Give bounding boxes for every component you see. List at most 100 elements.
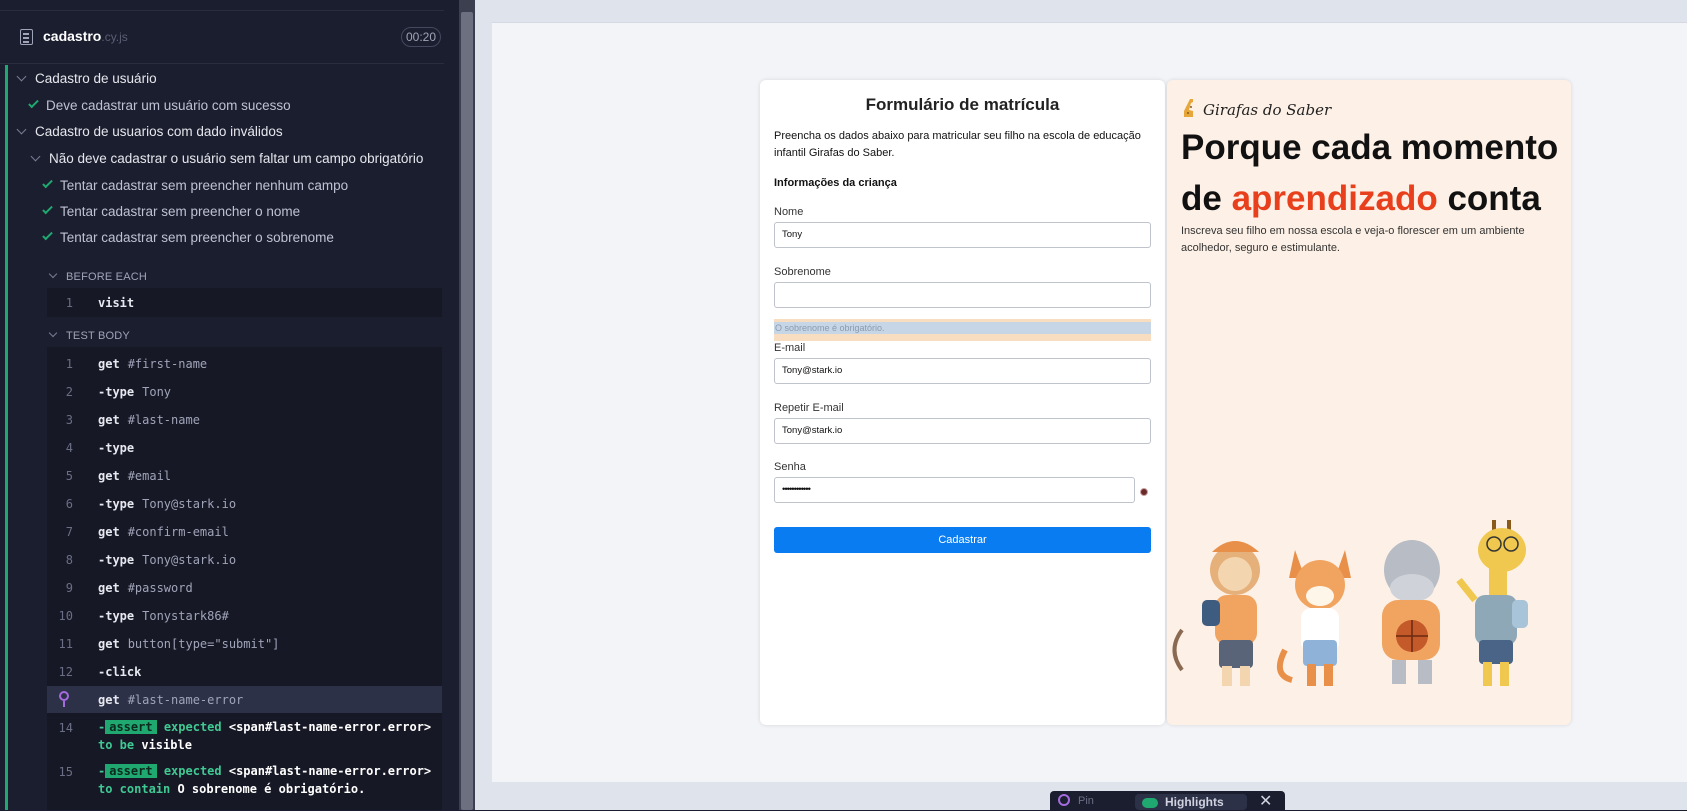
command-row[interactable]: 1 get #first-name bbox=[47, 350, 442, 377]
lion-illustration bbox=[1172, 541, 1260, 686]
bottom-toolbar: Pin Highlights ✕ bbox=[1050, 791, 1285, 810]
test-item[interactable]: Tentar cadastrar sem preencher o nome bbox=[42, 203, 300, 219]
form-description: Preencha os dados abaixo para matricular… bbox=[774, 130, 1141, 159]
command-arg: button[type="submit"] bbox=[127, 637, 280, 651]
command-arg: Tony@stark.io bbox=[142, 553, 237, 567]
email-input[interactable]: Tony@stark.io bbox=[774, 358, 1151, 384]
command-name: get #password bbox=[98, 581, 193, 595]
password-label: Senha bbox=[774, 461, 806, 473]
line-number: 9 bbox=[65, 581, 73, 595]
test-item[interactable]: Tentar cadastrar sem preencher nenhum ca… bbox=[42, 177, 349, 193]
command-arg: Tony@stark.io bbox=[142, 497, 237, 511]
enrollment-form-card: Formulário de matrícula Preencha os dado… bbox=[760, 80, 1165, 725]
suite-item[interactable]: Cadastro de usuarios com dado inválidos bbox=[16, 124, 283, 139]
hook-test-body[interactable]: TEST BODY bbox=[48, 328, 130, 342]
command-name: -type Tonystark86# bbox=[98, 609, 229, 623]
line-number: 11 bbox=[58, 637, 73, 651]
assert-badge: assert bbox=[105, 720, 157, 734]
suite-label: Cadastro de usuarios com dado inválidos bbox=[35, 124, 283, 139]
giraffe-illustration bbox=[1456, 520, 1528, 686]
giraffe-icon bbox=[1184, 99, 1193, 117]
animals-illustration bbox=[1172, 520, 1528, 686]
suite-item[interactable]: Cadastro de usuário bbox=[16, 71, 157, 86]
highlights-toggle[interactable]: Highlights bbox=[1135, 794, 1247, 810]
command-name: -type Tony@stark.io bbox=[98, 497, 237, 511]
confirm-email-input[interactable]: Tony@stark.io bbox=[774, 418, 1151, 444]
hero-card: Girafas do Saber Porque cada momento de … bbox=[1167, 80, 1571, 725]
line-number: 14 bbox=[58, 721, 73, 735]
chevron-down-icon bbox=[48, 269, 58, 279]
line-number: 15 bbox=[58, 765, 73, 779]
check-icon bbox=[42, 177, 53, 189]
assert-text: - assert expected <span#last-name-error.e… bbox=[98, 764, 432, 796]
command-row[interactable]: 11 get button[type="submit"] bbox=[47, 630, 442, 657]
command-row[interactable]: 8 -type Tony@stark.io bbox=[47, 546, 442, 573]
test-item[interactable]: Deve cadastrar um usuário com sucesso bbox=[28, 97, 291, 113]
chevron-down-icon bbox=[16, 124, 27, 135]
last-name-error: O sobrenome é obrigatório. bbox=[774, 322, 1151, 334]
pin-icon bbox=[59, 691, 69, 707]
brand-logo: Girafas do Saber bbox=[1181, 95, 1331, 119]
line-number: 1 bbox=[65, 357, 73, 371]
spec-name: cadastro.cy.js bbox=[43, 28, 128, 44]
test-item[interactable]: Tentar cadastrar sem preencher o sobreno… bbox=[42, 229, 334, 245]
hook-label: BEFORE EACH bbox=[66, 271, 148, 283]
chevron-down-icon bbox=[30, 151, 41, 162]
line-number: 7 bbox=[65, 525, 73, 539]
picker-label: Pin bbox=[1078, 795, 1094, 807]
command-row[interactable]: 9 get #password bbox=[47, 574, 442, 601]
suite-label: Cadastro de usuário bbox=[35, 71, 157, 86]
section-heading: Informações da criança bbox=[774, 177, 897, 189]
command-name: get button[type="submit"] bbox=[98, 637, 280, 651]
hook-before-each[interactable]: BEFORE EACH bbox=[48, 269, 148, 283]
line-number: 12 bbox=[58, 665, 73, 679]
chevron-down-icon bbox=[48, 328, 58, 338]
command-row[interactable]: 10 -type Tonystark86# bbox=[47, 602, 442, 629]
spec-header: cadastro.cy.js 00:20 bbox=[0, 22, 444, 64]
form-title: Formulário de matrícula bbox=[865, 95, 1060, 114]
close-icon[interactable]: ✕ bbox=[1259, 791, 1272, 811]
show-password-icon[interactable] bbox=[1140, 488, 1148, 496]
command-row[interactable]: 3 get #last-name bbox=[47, 406, 442, 433]
command-row-pinned[interactable]: get #last-name-error bbox=[47, 686, 442, 713]
submit-button[interactable]: Cadastrar bbox=[774, 527, 1151, 553]
spec-duration-badge: 00:20 bbox=[401, 27, 441, 47]
line-number: 2 bbox=[65, 385, 73, 399]
selector-playground-icon[interactable] bbox=[1058, 794, 1070, 806]
command-row[interactable]: 5 get #email bbox=[47, 462, 442, 489]
hero-headline: Porque cada momento de aprendizado conta bbox=[1181, 128, 1559, 218]
command-name: get #last-name bbox=[98, 413, 200, 427]
command-arg: #email bbox=[127, 469, 172, 483]
hippo-illustration bbox=[1382, 540, 1440, 684]
command-row[interactable]: 1 visit bbox=[47, 289, 442, 316]
command-name: get #first-name bbox=[98, 357, 208, 371]
check-icon bbox=[28, 97, 39, 109]
chevron-down-icon bbox=[16, 71, 27, 82]
command-row[interactable]: 6 -type Tony@stark.io bbox=[47, 490, 442, 517]
command-arg: #last-name-error bbox=[127, 693, 244, 707]
highlights-label: Highlights bbox=[1165, 795, 1224, 809]
command-arg: #first-name bbox=[127, 357, 208, 371]
scrollbar-thumb[interactable] bbox=[461, 12, 473, 810]
assert-row[interactable]: 14 - assert expected <span#last-name-error… bbox=[47, 714, 442, 758]
first-name-input[interactable]: Tony bbox=[774, 222, 1151, 248]
command-row[interactable]: 4 -type bbox=[47, 434, 442, 461]
password-input[interactable]: •••••••••••• bbox=[774, 477, 1135, 503]
assert-row[interactable]: 15 - assert expected <span#last-name-error… bbox=[47, 758, 442, 802]
command-row[interactable]: 7 get #confirm-email bbox=[47, 518, 442, 545]
command-arg: #password bbox=[127, 581, 193, 595]
command-row[interactable]: 2 -type Tony bbox=[47, 378, 442, 405]
command-name: -type bbox=[98, 441, 135, 455]
command-row[interactable]: 12 -click bbox=[47, 658, 442, 685]
test-label: Tentar cadastrar sem preencher nenhum ca… bbox=[60, 178, 349, 193]
last-name-input[interactable] bbox=[774, 282, 1151, 308]
test-label: Tentar cadastrar sem preencher o sobreno… bbox=[60, 230, 334, 245]
hook-label: TEST BODY bbox=[66, 330, 130, 342]
assert-badge: assert bbox=[105, 764, 157, 778]
fox-illustration bbox=[1276, 550, 1351, 686]
command-arg: #last-name bbox=[127, 413, 200, 427]
divider bbox=[0, 10, 444, 11]
test-item-active[interactable]: Não deve cadastrar o usuário sem faltar … bbox=[30, 151, 423, 166]
check-icon bbox=[42, 203, 53, 215]
test-label: Deve cadastrar um usuário com sucesso bbox=[46, 98, 291, 113]
